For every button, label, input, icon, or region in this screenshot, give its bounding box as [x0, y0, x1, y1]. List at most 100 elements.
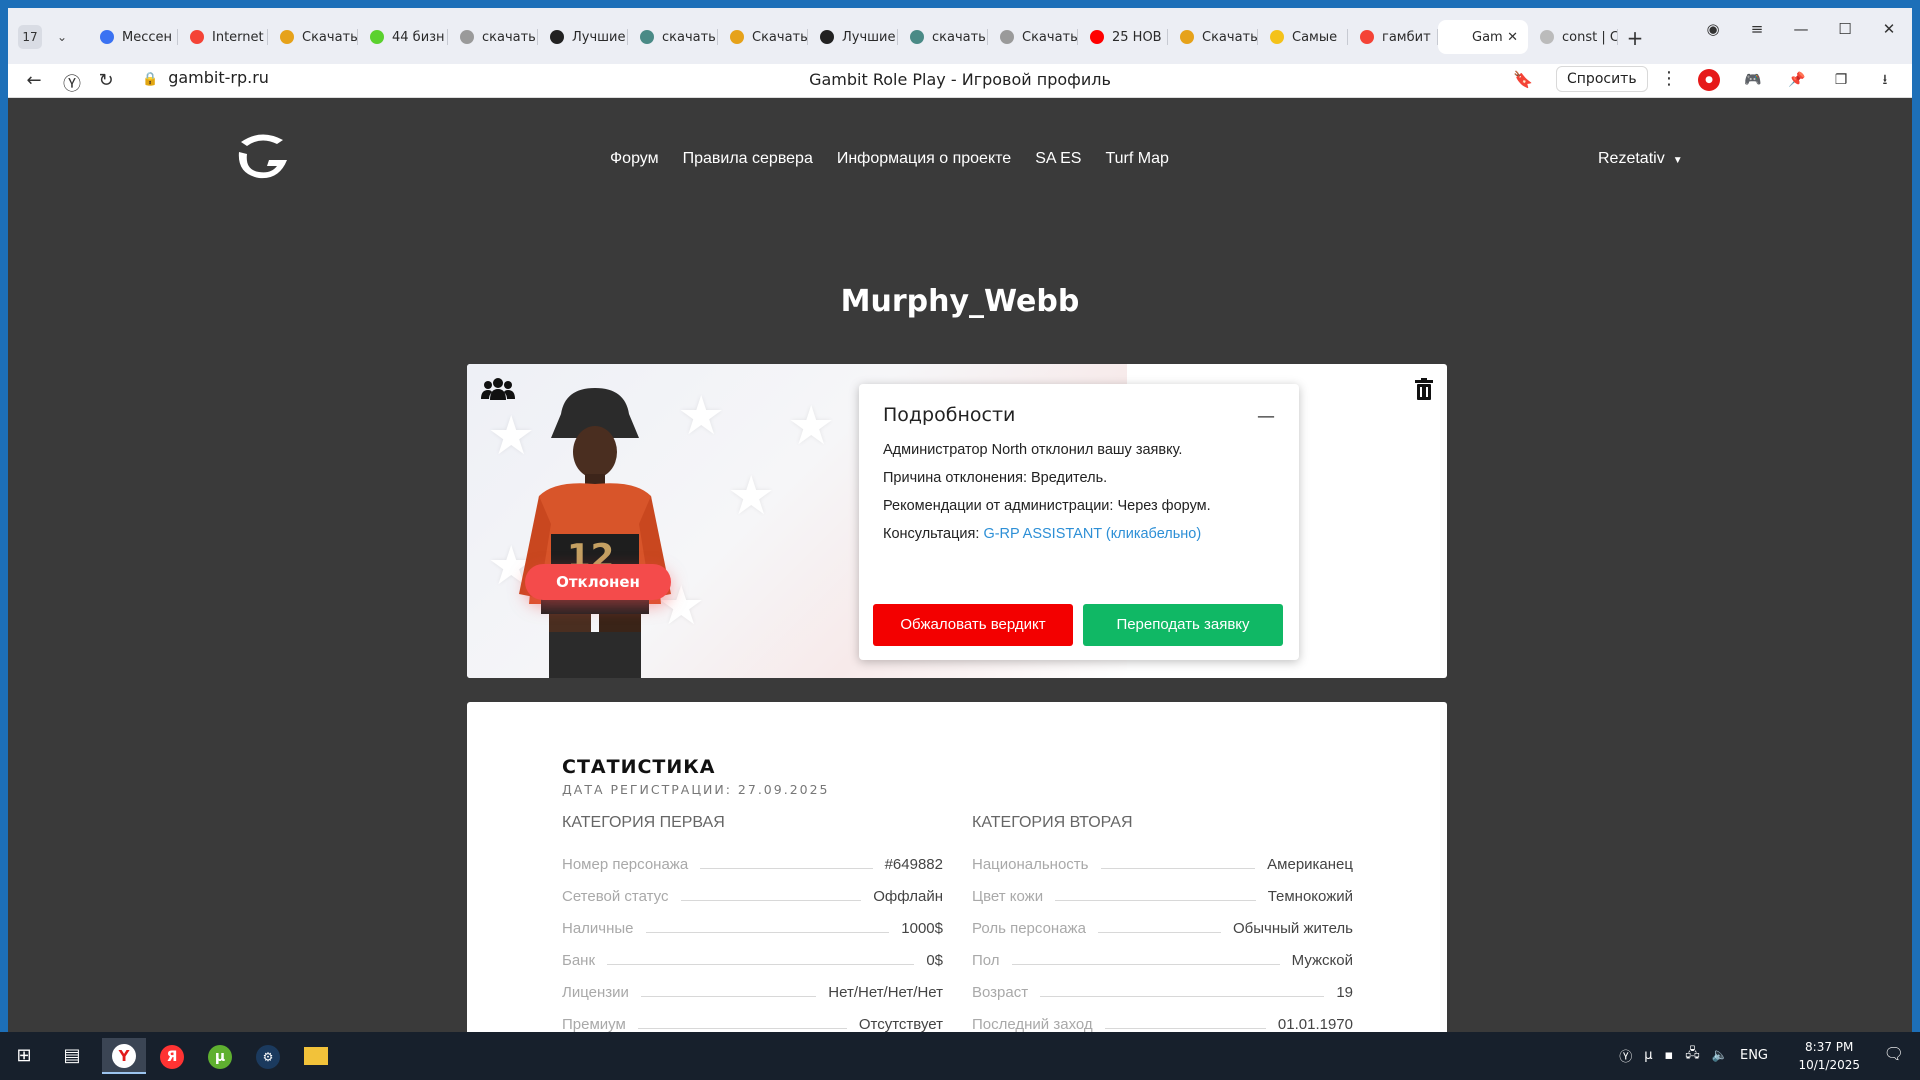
trash-icon[interactable]: [1415, 378, 1433, 400]
close-tab-icon[interactable]: ✕: [1507, 30, 1518, 45]
utorrent-taskbar-icon[interactable]: µ: [202, 1038, 238, 1074]
tab-label: Скачать: [1202, 29, 1258, 45]
browser-tab[interactable]: Gam ✕: [1438, 20, 1528, 54]
window-controls: ◉ ≡ — ☐ ✕: [1700, 20, 1902, 38]
browser-tab[interactable]: Скачать: [988, 20, 1078, 54]
nav-turf-map[interactable]: Turf Map: [1105, 150, 1168, 168]
file-explorer-taskbar-icon[interactable]: [298, 1038, 334, 1074]
assistant-link[interactable]: G-RP ASSISTANT (кликабельно): [983, 526, 1201, 542]
new-tab-button[interactable]: +: [1624, 28, 1646, 50]
clock[interactable]: 8:37 PM 10/1/2025: [1798, 1038, 1860, 1074]
yandex-home-icon[interactable]: Ⓨ: [60, 70, 84, 96]
stat-value: Обычный житель: [1233, 919, 1353, 937]
yandex-tray-icon[interactable]: Ⓨ: [1619, 1046, 1632, 1065]
appeal-button[interactable]: Обжаловать вердикт: [873, 604, 1073, 646]
browser-tab[interactable]: Лучшие: [538, 20, 628, 54]
details-line-consultation: Консультация: G-RP ASSISTANT (кликабельн…: [883, 520, 1275, 548]
lock-icon: 🔒: [142, 72, 159, 87]
language-indicator[interactable]: ENG: [1740, 1048, 1768, 1063]
taskbar: ⊞ ▤ Y Я µ ⚙ Ⓨ µ ▪ 🖧 🔈 ENG 8:37 PM 10/1/20…: [0, 1032, 1920, 1080]
browser-tab[interactable]: Скачать: [718, 20, 808, 54]
browser-tab[interactable]: гамбит: [1348, 20, 1438, 54]
tab-label: гамбит: [1382, 29, 1431, 45]
tabs-panel-icon[interactable]: ❐: [1830, 69, 1852, 91]
download-icon[interactable]: ⭳: [1874, 69, 1896, 91]
collapse-icon[interactable]: —: [1257, 406, 1275, 427]
tab-count-button[interactable]: 17: [18, 25, 42, 49]
stat-row: Пол Мужской: [972, 944, 1353, 976]
stat-value: Нет/Нет/Нет/Нет: [828, 983, 943, 1001]
browser-tab[interactable]: Скачать: [268, 20, 358, 54]
minimize-button[interactable]: —: [1788, 20, 1814, 38]
page-content: Форум Правила сервера Информация о проек…: [8, 98, 1912, 1032]
start-button[interactable]: ⊞: [6, 1038, 42, 1074]
browser-tab[interactable]: Самые: [1258, 20, 1348, 54]
browser-tab[interactable]: скачать: [898, 20, 988, 54]
menu-icon[interactable]: ≡: [1744, 20, 1770, 38]
stat-value: Темнокожий: [1267, 887, 1353, 905]
back-button[interactable]: ←: [22, 70, 46, 91]
tab-favicon-icon: [730, 30, 744, 44]
top-nav: Форум Правила сервера Информация о проек…: [610, 150, 1169, 168]
browser-tab[interactable]: скачать: [448, 20, 538, 54]
tab-label: Лучшие: [572, 29, 626, 45]
yandex-browser-taskbar-icon[interactable]: Y: [102, 1038, 146, 1074]
details-line-admin: Администратор North отклонил вашу заявку…: [883, 442, 1183, 458]
tab-label: скачать: [662, 29, 716, 45]
discord-extension-icon[interactable]: 🎮: [1742, 69, 1764, 91]
browser-tab[interactable]: const | C: [1528, 20, 1618, 54]
browser-tab[interactable]: Internet: [178, 20, 268, 54]
profile-icon[interactable]: ◉: [1700, 20, 1726, 38]
yandex-taskbar-icon[interactable]: Я: [154, 1038, 190, 1074]
ask-button[interactable]: Спросить: [1556, 66, 1648, 92]
reload-button[interactable]: ↻: [94, 70, 118, 91]
character-skin-image: 12: [519, 388, 671, 678]
url-field[interactable]: 🔒 gambit-rp.ru: [142, 68, 269, 87]
stat-label: Наличные: [562, 919, 634, 937]
nav-forum[interactable]: Форум: [610, 150, 659, 168]
nav-info[interactable]: Информация о проекте: [837, 150, 1011, 168]
nav-rules[interactable]: Правила сервера: [683, 150, 813, 168]
stat-label: Лицензии: [562, 983, 629, 1001]
stats-category-first: КАТЕГОРИЯ ПЕРВАЯ Номер персонажа #649882 С…: [562, 814, 943, 1032]
gambit-logo[interactable]: [233, 126, 291, 184]
pin-icon[interactable]: 📌: [1786, 69, 1808, 91]
steam-taskbar-icon[interactable]: ⚙: [250, 1038, 286, 1074]
utorrent-tray-icon[interactable]: µ: [1644, 1048, 1652, 1063]
stat-value: Оффлайн: [873, 887, 943, 905]
close-window-button[interactable]: ✕: [1876, 20, 1902, 38]
stat-row: Лицензии Нет/Нет/Нет/Нет: [562, 976, 943, 1008]
tabs: Мессен Internet Скачать 44 бизн скачать Лучши…: [88, 20, 1618, 54]
notification-icon[interactable]: 🗨: [1884, 1044, 1904, 1063]
category-first-title: КАТЕГОРИЯ ПЕРВАЯ: [562, 814, 725, 831]
stat-label: Цвет кожи: [972, 887, 1044, 905]
volume-icon[interactable]: 🔈: [1712, 1048, 1728, 1063]
browser-tab[interactable]: 44 бизн: [358, 20, 448, 54]
maximize-button[interactable]: ☐: [1832, 20, 1858, 38]
resubmit-button[interactable]: Переподать заявку: [1083, 604, 1283, 646]
stats-title: СТАТИСТИКА: [562, 756, 716, 778]
stat-row: Сетевой статус Оффлайн: [562, 880, 943, 912]
stats-category-second: КАТЕГОРИЯ ВТОРАЯ Национальность Американе…: [972, 814, 1353, 1032]
browser-tab[interactable]: скачать: [628, 20, 718, 54]
user-menu[interactable]: Rezetativ ▼: [1598, 150, 1683, 168]
bookmark-icon[interactable]: 🔖: [1513, 70, 1533, 89]
stat-row: Премиум Отсутствует: [562, 1008, 943, 1033]
browser-tab[interactable]: Лучшие: [808, 20, 898, 54]
tab-list-chevron-icon[interactable]: ⌄: [50, 25, 74, 49]
browser-tab[interactable]: 25 НОВ: [1078, 20, 1168, 54]
task-view-icon[interactable]: ▤: [54, 1038, 90, 1074]
browser-tab[interactable]: Скачать: [1168, 20, 1258, 54]
tab-label: const | C: [1562, 29, 1618, 45]
network-icon[interactable]: 🖧: [1685, 1044, 1700, 1066]
more-icon[interactable]: ⋮: [1660, 68, 1678, 89]
browser-tab[interactable]: Мессен: [88, 20, 178, 54]
stat-value: Мужской: [1291, 951, 1353, 969]
nav-sa-es[interactable]: SA ES: [1035, 150, 1081, 168]
stat-row: Роль персонажа Обычный житель: [972, 912, 1353, 944]
record-extension-icon[interactable]: ●: [1698, 69, 1720, 91]
details-line-reason: Причина отклонения: Вредитель.: [883, 470, 1108, 486]
nvidia-tray-icon[interactable]: ▪: [1664, 1048, 1673, 1063]
star-icon: ★: [727, 464, 776, 527]
tab-label: 44 бизн: [392, 29, 445, 45]
